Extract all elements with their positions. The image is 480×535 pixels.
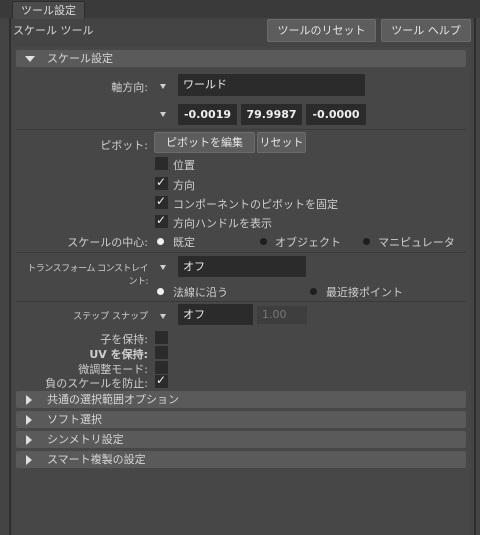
collapse-triangle-icon <box>25 56 35 62</box>
radio-object-label: オブジェクト <box>275 236 341 249</box>
checkbox-show-orientation-handle[interactable]: ✓ <box>155 213 168 228</box>
checkbox-position[interactable] <box>155 157 168 170</box>
radio-default-label: 既定 <box>173 236 195 249</box>
expand-triangle-icon <box>26 435 32 445</box>
chevron-down-icon[interactable] <box>160 265 166 270</box>
scrollbar-track[interactable] <box>474 18 476 535</box>
edit-pivot-button[interactable]: ピボットを編集 <box>154 132 255 153</box>
checkbox-show-orientation-handle-label: 方向ハンドルを表示 <box>173 217 272 230</box>
section-title: 共通の選択範囲オプション <box>47 393 179 406</box>
pivot-label: ピボット: <box>100 139 148 152</box>
transform-constraint-label: トランスフォーム コンストレイント: <box>27 264 148 287</box>
radio-closest-point-label: 最近接ポイント <box>326 286 403 299</box>
expand-triangle-icon <box>26 395 32 405</box>
step-snap-amount-field: 1.00 <box>257 306 307 324</box>
coord-x-field[interactable]: -0.0019 <box>178 104 237 125</box>
expand-triangle-icon <box>26 455 32 465</box>
tab-tool-settings[interactable]: ツール設定 <box>12 1 85 19</box>
prevent-negative-scale-label: 負のスケールを防止: <box>45 377 148 390</box>
radio-default[interactable] <box>157 238 164 245</box>
step-snap-dropdown[interactable]: オフ <box>178 304 253 325</box>
radio-object[interactable] <box>260 238 267 245</box>
checkbox-pin-component-pivot[interactable]: ✓ <box>155 194 168 209</box>
radio-along-normals-label: 法線に沿う <box>173 286 228 299</box>
chevron-down-icon[interactable] <box>160 314 166 319</box>
divider <box>16 252 466 253</box>
checkmark-icon: ✓ <box>156 194 167 208</box>
step-snap-label: ステップ スナップ <box>73 312 148 322</box>
checkmark-icon: ✓ <box>156 373 167 387</box>
axis-orientation-label: 軸方向: <box>111 81 148 94</box>
checkbox-preserve-children[interactable] <box>155 331 168 344</box>
preserve-uvs-label: UV を保持: <box>89 348 148 361</box>
checkmark-icon: ✓ <box>156 213 167 227</box>
expand-triangle-icon <box>26 415 32 425</box>
coord-z-field[interactable]: -0.0000 <box>306 104 366 125</box>
transform-constraint-dropdown[interactable]: オフ <box>178 256 306 277</box>
radio-along-normals[interactable] <box>157 288 164 295</box>
axis-orientation-dropdown[interactable]: ワールド <box>178 74 365 96</box>
checkbox-pin-component-pivot-label: コンポーネントのピボットを固定 <box>173 198 338 211</box>
chevron-down-icon[interactable] <box>160 84 166 89</box>
coord-y-field[interactable]: 79.9987 <box>241 104 302 125</box>
section-common-selection-options[interactable]: 共通の選択範囲オプション <box>16 391 466 408</box>
checkbox-prevent-negative-scale[interactable]: ✓ <box>155 373 168 388</box>
radio-manipulator[interactable] <box>363 238 370 245</box>
checkbox-preserve-uvs[interactable] <box>155 346 168 359</box>
checkbox-position-label: 位置 <box>173 159 195 172</box>
section-scale-settings[interactable]: スケール設定 <box>16 50 466 67</box>
preserve-children-label: 子を保持: <box>100 333 148 346</box>
checkbox-orientation-label: 方向 <box>173 179 195 192</box>
divider <box>16 129 466 130</box>
scale-center-label: スケールの中心: <box>67 236 148 249</box>
reset-tool-button[interactable]: ツールのリセット <box>267 19 376 42</box>
section-title: スケール設定 <box>47 52 113 65</box>
tool-title: スケール ツール <box>13 24 94 37</box>
radio-manipulator-label: マニピュレータ <box>378 236 455 249</box>
section-title: ソフト選択 <box>47 413 102 426</box>
tool-help-button[interactable]: ツール ヘルプ <box>381 19 471 42</box>
reset-pivot-button[interactable]: リセット <box>257 132 306 153</box>
section-title: スマート複製の設定 <box>47 453 146 466</box>
section-title: シンメトリ設定 <box>47 433 124 446</box>
left-border <box>9 18 11 535</box>
checkmark-icon: ✓ <box>156 175 167 189</box>
section-symmetry-settings[interactable]: シンメトリ設定 <box>16 431 466 448</box>
section-soft-selection[interactable]: ソフト選択 <box>16 411 466 428</box>
section-smart-duplicate-settings[interactable]: スマート複製の設定 <box>16 451 466 468</box>
chevron-down-icon[interactable] <box>160 112 166 117</box>
radio-closest-point[interactable] <box>310 288 317 295</box>
divider <box>16 301 466 302</box>
checkbox-orientation[interactable]: ✓ <box>155 175 168 190</box>
